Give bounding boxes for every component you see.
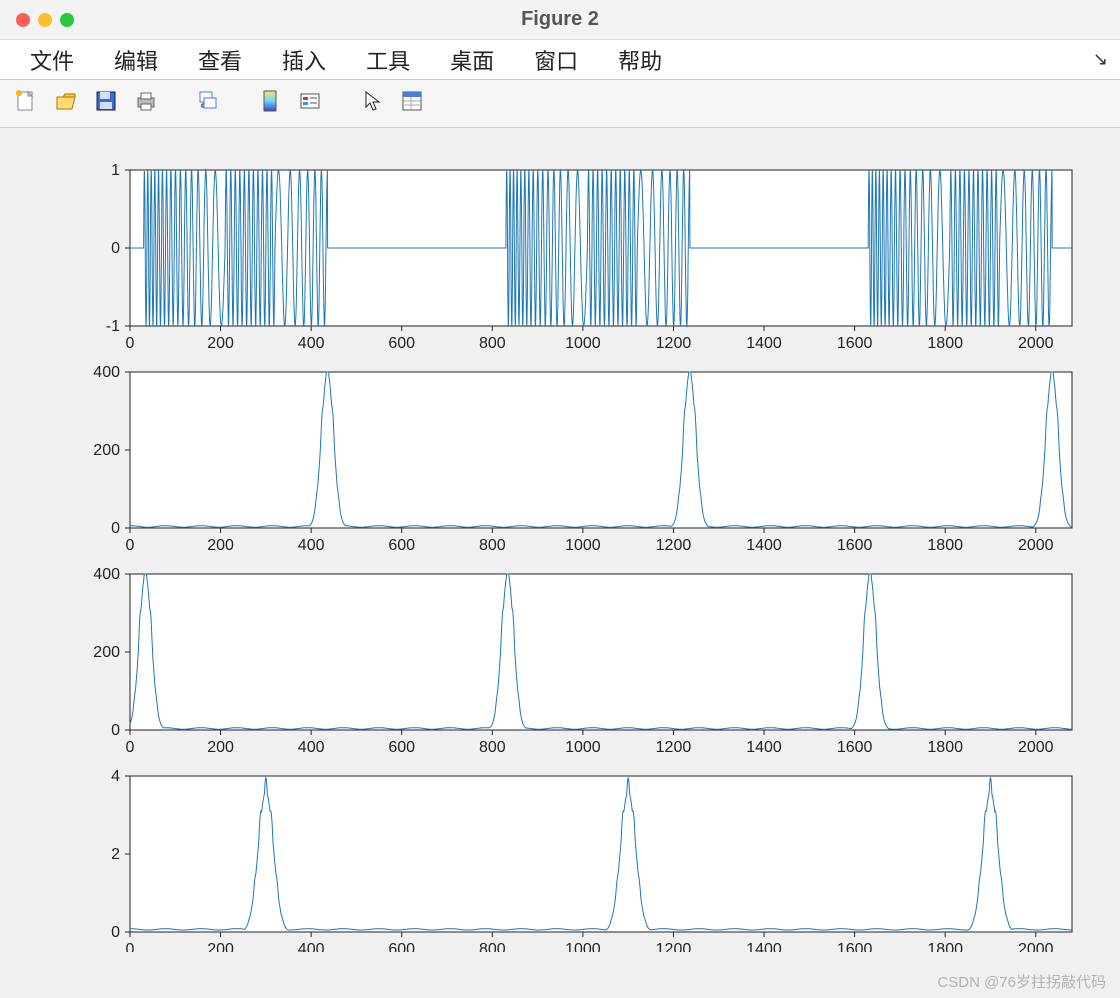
axes-container: 0200400600800100012001400160018002000-10… bbox=[20, 152, 1100, 952]
svg-text:0: 0 bbox=[111, 722, 120, 739]
print-button[interactable] bbox=[128, 86, 164, 122]
legend-icon bbox=[298, 89, 322, 118]
svg-text:1400: 1400 bbox=[746, 739, 782, 756]
svg-text:600: 600 bbox=[388, 739, 415, 756]
svg-text:400: 400 bbox=[298, 941, 325, 952]
svg-text:200: 200 bbox=[207, 537, 234, 554]
svg-text:0: 0 bbox=[126, 739, 135, 756]
svg-text:2000: 2000 bbox=[1018, 537, 1054, 554]
svg-text:1: 1 bbox=[111, 162, 120, 179]
menu-desktop[interactable]: 桌面 bbox=[430, 40, 514, 80]
save-icon bbox=[94, 89, 118, 118]
menu-view[interactable]: 查看 bbox=[178, 40, 262, 80]
svg-text:1800: 1800 bbox=[927, 537, 963, 554]
colorbar-button[interactable] bbox=[252, 86, 288, 122]
svg-text:200: 200 bbox=[207, 739, 234, 756]
svg-text:0: 0 bbox=[126, 941, 135, 952]
svg-text:1000: 1000 bbox=[565, 739, 601, 756]
svg-text:0: 0 bbox=[111, 240, 120, 257]
svg-text:400: 400 bbox=[298, 739, 325, 756]
svg-text:400: 400 bbox=[298, 335, 325, 352]
svg-text:-1: -1 bbox=[106, 318, 120, 335]
svg-text:400: 400 bbox=[298, 537, 325, 554]
property-inspector-button[interactable] bbox=[394, 86, 430, 122]
svg-text:600: 600 bbox=[388, 537, 415, 554]
svg-text:1600: 1600 bbox=[837, 739, 873, 756]
svg-text:0: 0 bbox=[111, 924, 120, 941]
menu-overflow-icon[interactable]: ↘ bbox=[1093, 49, 1108, 70]
svg-text:2000: 2000 bbox=[1018, 739, 1054, 756]
svg-text:600: 600 bbox=[388, 335, 415, 352]
menu-window[interactable]: 窗口 bbox=[514, 40, 598, 80]
svg-text:0: 0 bbox=[126, 335, 135, 352]
traffic-lights bbox=[16, 13, 74, 27]
menu-file[interactable]: 文件 bbox=[10, 40, 94, 80]
svg-text:1400: 1400 bbox=[746, 335, 782, 352]
svg-text:600: 600 bbox=[388, 941, 415, 952]
colormap-icon bbox=[260, 89, 280, 118]
new-file-icon bbox=[14, 89, 38, 118]
link-plots-button[interactable] bbox=[190, 86, 226, 122]
svg-text:800: 800 bbox=[479, 537, 506, 554]
open-file-icon bbox=[54, 89, 78, 118]
svg-text:1200: 1200 bbox=[656, 335, 692, 352]
properties-icon bbox=[400, 89, 424, 118]
svg-text:200: 200 bbox=[93, 644, 120, 661]
svg-text:400: 400 bbox=[93, 566, 120, 583]
menubar: 文件 编辑 查看 插入 工具 桌面 窗口 帮助 ↘ bbox=[0, 40, 1120, 80]
svg-text:1600: 1600 bbox=[837, 537, 873, 554]
svg-text:1200: 1200 bbox=[656, 739, 692, 756]
svg-text:1800: 1800 bbox=[927, 739, 963, 756]
close-button[interactable] bbox=[16, 13, 30, 27]
minimize-button[interactable] bbox=[38, 13, 52, 27]
svg-text:2: 2 bbox=[111, 846, 120, 863]
svg-text:1000: 1000 bbox=[565, 537, 601, 554]
figure-canvas: 0200400600800100012001400160018002000-10… bbox=[0, 128, 1120, 998]
window-title: Figure 2 bbox=[0, 8, 1120, 31]
svg-text:0: 0 bbox=[126, 537, 135, 554]
pointer-icon bbox=[362, 89, 382, 118]
svg-text:1400: 1400 bbox=[746, 537, 782, 554]
svg-text:200: 200 bbox=[207, 335, 234, 352]
svg-text:800: 800 bbox=[479, 739, 506, 756]
svg-text:1200: 1200 bbox=[656, 941, 692, 952]
menu-tools[interactable]: 工具 bbox=[346, 40, 430, 80]
svg-text:2000: 2000 bbox=[1018, 335, 1054, 352]
svg-text:200: 200 bbox=[93, 442, 120, 459]
menu-help[interactable]: 帮助 bbox=[598, 40, 682, 80]
svg-text:1600: 1600 bbox=[837, 941, 873, 952]
svg-text:1600: 1600 bbox=[837, 335, 873, 352]
svg-text:1000: 1000 bbox=[565, 335, 601, 352]
print-icon bbox=[134, 89, 158, 118]
svg-text:1800: 1800 bbox=[927, 941, 963, 952]
window-titlebar: Figure 2 bbox=[0, 0, 1120, 40]
legend-button[interactable] bbox=[292, 86, 328, 122]
edit-plot-button[interactable] bbox=[354, 86, 390, 122]
svg-text:2000: 2000 bbox=[1018, 941, 1054, 952]
svg-text:1800: 1800 bbox=[927, 335, 963, 352]
save-button[interactable] bbox=[88, 86, 124, 122]
svg-text:200: 200 bbox=[207, 941, 234, 952]
docked-icon bbox=[196, 89, 220, 118]
new-figure-button[interactable] bbox=[8, 86, 44, 122]
svg-text:800: 800 bbox=[479, 335, 506, 352]
watermark: CSDN @76岁拄拐敲代码 bbox=[937, 971, 1106, 992]
svg-text:800: 800 bbox=[479, 941, 506, 952]
open-button[interactable] bbox=[48, 86, 84, 122]
menu-edit[interactable]: 编辑 bbox=[94, 40, 178, 80]
menu-insert[interactable]: 插入 bbox=[262, 40, 346, 80]
zoom-button[interactable] bbox=[60, 13, 74, 27]
svg-text:1400: 1400 bbox=[746, 941, 782, 952]
svg-text:0: 0 bbox=[111, 520, 120, 537]
svg-text:400: 400 bbox=[93, 364, 120, 381]
svg-text:4: 4 bbox=[111, 768, 120, 785]
figure-toolbar bbox=[0, 80, 1120, 128]
svg-text:1000: 1000 bbox=[565, 941, 601, 952]
svg-text:1200: 1200 bbox=[656, 537, 692, 554]
